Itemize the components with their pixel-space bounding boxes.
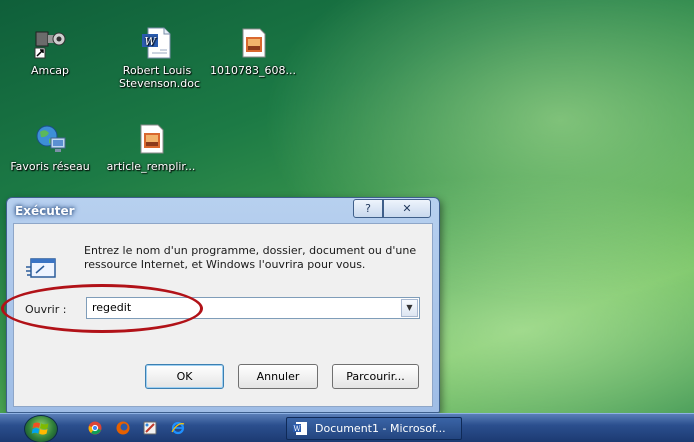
desktop-icon-label: Amcap — [30, 64, 69, 77]
close-button[interactable]: ✕ — [383, 199, 431, 218]
run-icon — [26, 258, 56, 278]
browse-button[interactable]: Parcourir... — [332, 364, 419, 389]
desktop-icon-amcap[interactable]: Amcap — [2, 26, 98, 77]
open-label: Ouvrir : — [25, 303, 67, 316]
help-button[interactable]: ? — [353, 199, 383, 218]
word-document-icon: W — [142, 27, 171, 59]
desktop-icon-image-file-2[interactable]: article_remplir... — [103, 122, 199, 173]
desktop-icon-label: Robert Louis Stevenson.doc — [119, 64, 201, 90]
run-dialog-body: Entrez le nom d'un programme, dossier, d… — [13, 223, 433, 407]
run-dialog-title: Exécuter — [15, 204, 75, 218]
run-dialog: Exécuter ? ✕ Entrez le nom d'un programm… — [6, 197, 440, 413]
svg-text:W: W — [293, 425, 301, 433]
word-document-icon: W — [293, 422, 307, 435]
open-input[interactable]: regedit — [92, 301, 131, 314]
chevron-down-icon[interactable]: ▼ — [401, 299, 418, 317]
run-dialog-titlebar[interactable]: Exécuter ? ✕ — [7, 198, 439, 224]
image-file-icon — [140, 124, 164, 154]
ok-button[interactable]: OK — [145, 364, 224, 389]
desktop-icon-network-places[interactable]: Favoris réseau — [2, 122, 98, 173]
desktop-icon-label: 1010783_608... — [210, 64, 296, 77]
svg-text:W: W — [144, 35, 157, 48]
webcam-app-icon — [34, 31, 66, 59]
open-combobox[interactable]: regedit ▼ — [86, 297, 420, 319]
cancel-button[interactable]: Annuler — [238, 364, 318, 389]
network-places-icon — [36, 125, 66, 152]
desktop-icon-label: Favoris réseau — [10, 160, 90, 173]
start-button[interactable] — [24, 415, 58, 442]
image-file-icon — [242, 28, 266, 58]
desktop-icon-image-file-1[interactable]: 1010783_608... — [205, 26, 301, 77]
paint-icon[interactable] — [143, 421, 157, 435]
desktop-icon-word-document[interactable]: W Robert Louis Stevenson.doc — [109, 26, 205, 90]
firefox-icon[interactable] — [116, 421, 130, 435]
chrome-icon[interactable] — [88, 421, 102, 435]
ie-icon[interactable] — [171, 421, 185, 435]
taskbar-item-label: Document1 - Microsof... — [315, 422, 446, 435]
run-dialog-description: Entrez le nom d'un programme, dossier, d… — [84, 244, 417, 271]
taskbar-item-document[interactable]: W Document1 - Microsof... — [286, 417, 462, 440]
windows-logo-icon — [31, 422, 49, 435]
taskbar: W Document1 - Microsof... — [0, 413, 694, 442]
desktop-icon-label: article_remplir... — [106, 160, 196, 173]
